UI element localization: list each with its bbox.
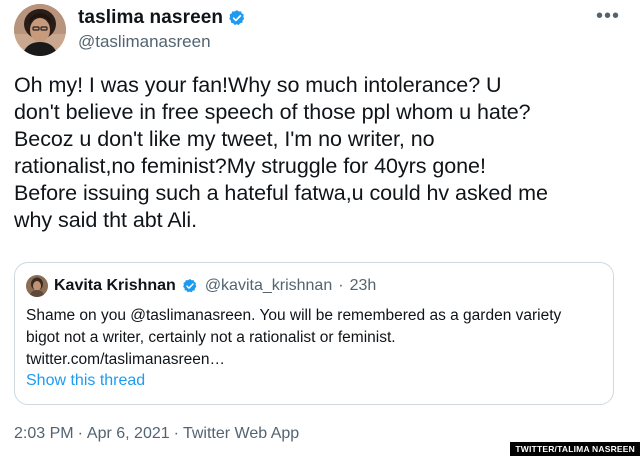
tweet-time[interactable]: 2:03 PM bbox=[14, 425, 74, 443]
tweet-metadata: 2:03 PM · Apr 6, 2021 · Twitter Web App bbox=[14, 425, 299, 443]
quote-timestamp[interactable]: 23h bbox=[350, 277, 377, 295]
verified-badge-icon bbox=[229, 10, 245, 26]
quote-author-name[interactable]: Kavita Krishnan bbox=[54, 277, 176, 295]
meta-separator: · bbox=[77, 425, 83, 442]
meta-separator: · bbox=[173, 425, 179, 442]
author-name[interactable]: taslima nasreen bbox=[78, 7, 223, 29]
image-credit: TWITTER/TALIMA NASREEN bbox=[510, 442, 640, 456]
quote-author-avatar[interactable] bbox=[26, 275, 48, 297]
quote-text: Shame on you @taslimanasreen. You will b… bbox=[26, 307, 562, 368]
quote-header: Kavita Krishnan @kavita_krishnan · 23h bbox=[26, 275, 376, 297]
quote-separator: · bbox=[338, 277, 344, 294]
author-name-row: taslima nasreen bbox=[78, 7, 246, 29]
more-horizontal-icon[interactable]: ••• bbox=[596, 6, 620, 26]
quote-verified-badge-icon bbox=[182, 279, 197, 293]
tweet-header: taslima nasreen @taslimanasreen ••• bbox=[14, 4, 626, 58]
author-avatar[interactable] bbox=[14, 4, 66, 56]
avatar-photo bbox=[14, 4, 66, 56]
quote-avatar-photo bbox=[26, 275, 48, 297]
quote-author-handle[interactable]: @kavita_krishnan bbox=[205, 277, 332, 295]
tweet-date[interactable]: Apr 6, 2021 bbox=[87, 425, 170, 443]
show-thread-link[interactable]: Show this thread bbox=[26, 372, 145, 390]
author-info: taslima nasreen @taslimanasreen bbox=[78, 7, 246, 52]
quoted-tweet[interactable]: Kavita Krishnan @kavita_krishnan · 23h S… bbox=[14, 262, 614, 405]
tweet-text: Oh my! I was your fan!Why so much intole… bbox=[14, 73, 548, 232]
tweet-source[interactable]: Twitter Web App bbox=[183, 425, 299, 443]
author-handle[interactable]: @taslimanasreen bbox=[78, 32, 246, 52]
